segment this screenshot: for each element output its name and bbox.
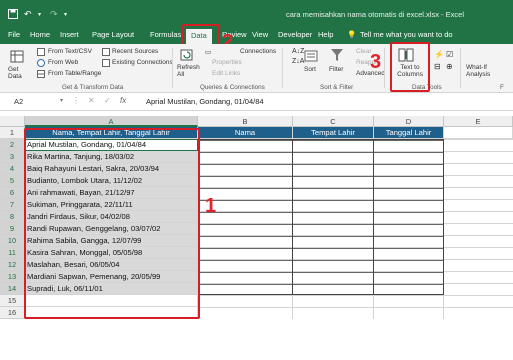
sort-icon[interactable] bbox=[304, 50, 318, 64]
row-header[interactable]: 2 bbox=[0, 139, 25, 151]
column-header-b[interactable]: B bbox=[198, 116, 293, 127]
tab-page-layout[interactable]: Page Layout bbox=[92, 30, 134, 39]
row-header[interactable]: 16 bbox=[0, 307, 25, 319]
row-header[interactable]: 6 bbox=[0, 187, 25, 199]
filter-button[interactable]: Filter bbox=[329, 66, 343, 73]
save-icon[interactable] bbox=[8, 9, 18, 21]
existing-connections-button[interactable]: Existing Connections bbox=[112, 59, 173, 66]
group-label-queries: Queries & Connections bbox=[200, 84, 265, 91]
redo-icon[interactable]: ↷ bbox=[50, 9, 58, 20]
group-label-get-transform: Get & Transform Data bbox=[62, 84, 124, 91]
row-header[interactable]: 1 bbox=[0, 127, 25, 139]
tab-view[interactable]: View bbox=[252, 30, 268, 39]
annotation-number-3: 3 bbox=[370, 51, 382, 73]
ribbon-separator bbox=[172, 48, 173, 88]
row-header[interactable]: 14 bbox=[0, 283, 25, 295]
ribbon-separator bbox=[384, 48, 385, 88]
tab-insert[interactable]: Insert bbox=[60, 30, 79, 39]
row-header[interactable]: 12 bbox=[0, 259, 25, 271]
get-data-icon[interactable] bbox=[10, 48, 26, 66]
consolidate-icon[interactable]: ⊕ bbox=[446, 62, 453, 71]
tab-home[interactable]: Home bbox=[30, 30, 50, 39]
from-web-button[interactable]: From Web bbox=[48, 59, 78, 66]
table-border bbox=[198, 139, 444, 295]
select-all-corner[interactable] bbox=[0, 116, 25, 127]
customize-quick-access-icon[interactable]: ▾ bbox=[64, 11, 67, 18]
enter-icon[interactable]: ✓ bbox=[104, 96, 111, 105]
row-header[interactable]: 9 bbox=[0, 223, 25, 235]
edit-links-button[interactable]: Edit Links bbox=[212, 70, 240, 77]
queries-connections-button[interactable]: ▭ bbox=[205, 48, 211, 56]
text-csv-icon bbox=[37, 48, 45, 58]
column-header-a[interactable]: A bbox=[25, 116, 198, 127]
row-header[interactable]: 10 bbox=[0, 235, 25, 247]
window-title: cara memisahkan nama otomatis di excel.x… bbox=[286, 10, 464, 19]
refresh-all-icon[interactable] bbox=[180, 48, 194, 64]
tab-formulas[interactable]: Formulas bbox=[150, 30, 181, 39]
existing-connections-icon bbox=[102, 59, 110, 69]
header-cell[interactable]: Tanggal Lahir bbox=[374, 127, 444, 139]
recent-sources-icon bbox=[102, 48, 110, 58]
web-icon bbox=[37, 59, 45, 69]
sort-az-icon[interactable]: A↓Z bbox=[292, 48, 304, 55]
properties-button[interactable]: Properties bbox=[212, 59, 242, 66]
empty-grid[interactable] bbox=[198, 139, 513, 319]
tab-file[interactable]: File bbox=[8, 30, 20, 39]
undo-icon[interactable]: ↶ bbox=[24, 9, 32, 20]
empty-cell[interactable] bbox=[444, 127, 513, 139]
annotation-box-text-to-columns bbox=[390, 42, 430, 92]
formula-input[interactable]: Aprial Mustilan, Gondang, 01/04/84 bbox=[146, 97, 264, 106]
recent-sources-button[interactable]: Recent Sources bbox=[112, 48, 158, 55]
column-header-e[interactable]: E bbox=[444, 116, 513, 127]
ribbon-tabs: File Home Insert Page Layout Formulas Da… bbox=[0, 28, 513, 44]
ribbon-separator bbox=[460, 48, 461, 88]
tab-developer[interactable]: Developer bbox=[278, 30, 312, 39]
row-header[interactable]: 3 bbox=[0, 151, 25, 163]
row-header[interactable]: 13 bbox=[0, 271, 25, 283]
group-label-forecast: F bbox=[500, 84, 504, 91]
ribbon-separator bbox=[282, 48, 283, 88]
annotation-box-column-a bbox=[24, 128, 200, 319]
get-data-button[interactable]: Get Data bbox=[8, 66, 30, 80]
sort-button[interactable]: Sort bbox=[304, 66, 316, 73]
row-header[interactable]: 5 bbox=[0, 175, 25, 187]
column-header-d[interactable]: D bbox=[374, 116, 444, 127]
table-icon bbox=[37, 70, 45, 80]
column-header-c[interactable]: C bbox=[293, 116, 374, 127]
tell-me-search[interactable]: Tell me what you want to do bbox=[360, 30, 453, 39]
row-header[interactable]: 7 bbox=[0, 199, 25, 211]
insert-function-icon[interactable]: fx bbox=[120, 96, 126, 105]
sort-za-icon[interactable]: Z↓A bbox=[292, 58, 304, 65]
header-cell[interactable]: Tempat Lahir bbox=[293, 127, 374, 139]
from-text-csv-button[interactable]: From Text/CSV bbox=[48, 48, 92, 55]
what-if-analysis-button[interactable]: What-If Analysis bbox=[466, 64, 512, 78]
name-box-dropdown-icon[interactable]: ▾ bbox=[60, 97, 63, 104]
annotation-number-1: 1 bbox=[205, 195, 217, 217]
cancel-icon[interactable]: ✕ bbox=[88, 96, 95, 105]
title-bar: ↶ ▾ ↷ ▾ cara memisahkan nama otomatis di… bbox=[0, 0, 513, 28]
more-icon: ⋮ bbox=[72, 96, 80, 105]
tab-help[interactable]: Help bbox=[318, 30, 333, 39]
row-header[interactable]: 15 bbox=[0, 295, 25, 307]
data-validation-icon[interactable]: ☑ bbox=[446, 50, 453, 59]
name-box[interactable]: A2 bbox=[14, 97, 23, 106]
refresh-all-button[interactable]: Refresh All bbox=[177, 64, 200, 78]
row-header[interactable]: 8 bbox=[0, 211, 25, 223]
group-label-sort-filter: Sort & Filter bbox=[320, 84, 354, 91]
from-table-range-button[interactable]: From Table/Range bbox=[48, 70, 101, 77]
lightbulb-icon: 💡 bbox=[347, 30, 357, 39]
remove-duplicates-icon[interactable]: ⊟ bbox=[434, 62, 441, 71]
formula-bar: A2 ▾ ⋮ ✕ ✓ fx Aprial Mustilan, Gondang, … bbox=[0, 93, 513, 111]
filter-icon[interactable] bbox=[330, 48, 344, 64]
row-header[interactable]: 11 bbox=[0, 247, 25, 259]
flash-fill-icon[interactable]: ⚡ bbox=[434, 50, 444, 59]
undo-dropdown-icon[interactable]: ▾ bbox=[38, 11, 41, 18]
header-cell[interactable]: Nama bbox=[198, 127, 293, 139]
connections-button[interactable]: Connections bbox=[240, 48, 276, 55]
row-header[interactable]: 4 bbox=[0, 163, 25, 175]
